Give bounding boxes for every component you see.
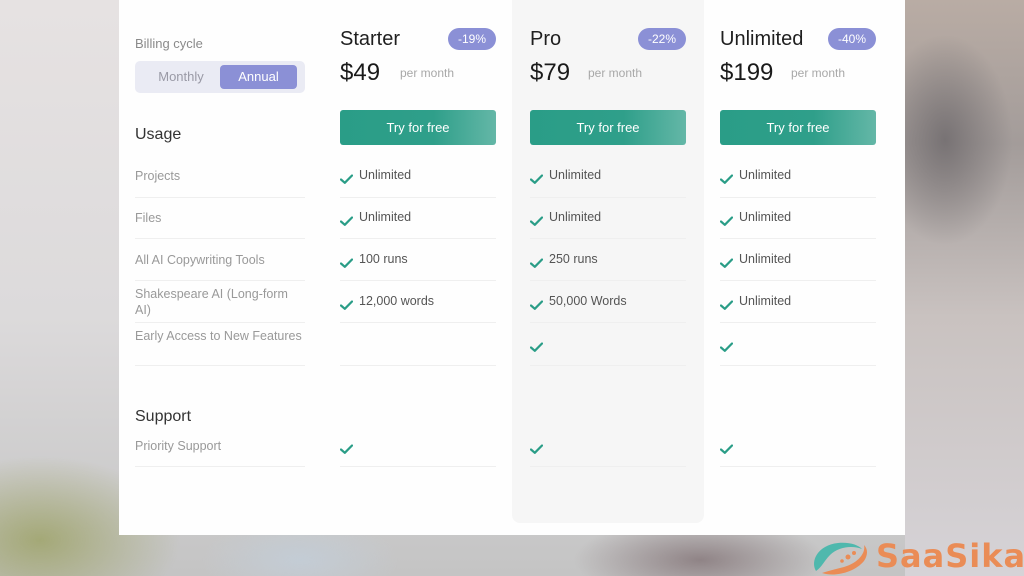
watermark-text: SaaSika	[876, 537, 1024, 575]
check-icon	[529, 339, 544, 352]
feature-value: Unlimited	[549, 168, 602, 182]
plan-price: $49	[340, 59, 381, 86]
saasika-watermark: SaaSika	[808, 535, 1024, 576]
feature-value: 100 runs	[359, 252, 408, 266]
feature-cell	[529, 438, 686, 467]
feature-label-files: Files	[135, 210, 305, 239]
feature-value: 250 runs	[549, 252, 598, 266]
feature-label-projects: Projects	[135, 168, 305, 198]
feature-label-priority-support: Priority Support	[135, 438, 305, 467]
check-icon	[719, 297, 734, 310]
try-for-free-button[interactable]: Try for free	[530, 110, 686, 145]
feature-value: Unlimited	[739, 168, 792, 182]
price-period: per month	[791, 66, 846, 80]
check-icon	[339, 297, 354, 310]
try-for-free-button[interactable]: Try for free	[720, 110, 876, 145]
check-icon	[339, 213, 354, 226]
check-icon	[339, 441, 354, 454]
section-title-usage: Usage	[135, 126, 182, 143]
discount-badge: -22%	[637, 28, 686, 50]
feature-cell: Unlimited	[339, 210, 496, 239]
feature-label-early-access: Early Access to New Features	[135, 328, 305, 366]
feature-cell: Unlimited	[339, 168, 496, 198]
discount-badge: -40%	[827, 28, 876, 50]
feature-value: 50,000 Words	[549, 294, 627, 308]
feature-value: Unlimited	[549, 210, 602, 224]
check-icon	[719, 441, 734, 454]
feature-cell: 50,000 Words	[529, 294, 686, 323]
pricing-table: Billing cycle Monthly Annual Usage Proje…	[119, 0, 905, 535]
price-period: per month	[588, 66, 643, 80]
feature-cell: Unlimited	[719, 210, 876, 239]
feature-cell: Unlimited	[529, 168, 686, 198]
plan-name: Pro	[530, 28, 562, 50]
feature-cell: Unlimited	[529, 210, 686, 239]
discount-badge: -19%	[447, 28, 496, 50]
check-icon	[529, 213, 544, 226]
plan-price: $199	[720, 59, 774, 86]
plan-price: $79	[530, 59, 571, 86]
check-icon	[529, 297, 544, 310]
feature-cell	[719, 336, 876, 366]
check-icon	[339, 255, 354, 268]
billing-cycle-label: Billing cycle	[135, 36, 203, 51]
feature-cell: Unlimited	[719, 252, 876, 281]
check-icon	[719, 171, 734, 184]
try-for-free-button[interactable]: Try for free	[340, 110, 496, 145]
feature-cell	[339, 438, 496, 467]
feature-cell: Unlimited	[719, 168, 876, 198]
check-icon	[529, 441, 544, 454]
blurred-background-right	[905, 0, 1024, 576]
saasika-logo-icon	[814, 542, 867, 575]
feature-value: Unlimited	[739, 294, 792, 308]
feature-cell	[529, 336, 686, 366]
feature-cell	[340, 336, 496, 366]
check-icon	[719, 339, 734, 352]
check-icon	[339, 171, 354, 184]
feature-label-shakespeare-ai: Shakespeare AI (Long-form AI)	[135, 286, 305, 323]
feature-cell	[719, 438, 876, 467]
feature-value: Unlimited	[739, 252, 792, 266]
check-icon	[529, 255, 544, 268]
feature-cell: 250 runs	[529, 252, 686, 281]
check-icon	[719, 255, 734, 268]
feature-value: Unlimited	[359, 168, 412, 182]
feature-cell: 100 runs	[339, 252, 496, 281]
feature-cell: Unlimited	[719, 294, 876, 323]
price-period: per month	[400, 66, 455, 80]
section-title-support: Support	[135, 408, 192, 425]
check-icon	[529, 171, 544, 184]
billing-option-annual[interactable]: Annual	[220, 65, 297, 89]
feature-cell: 12,000 words	[339, 294, 496, 323]
feature-label-copywriting-tools: All AI Copywriting Tools	[135, 252, 305, 281]
billing-option-monthly[interactable]: Monthly	[141, 65, 221, 89]
billing-cycle-toggle: Monthly Annual	[135, 61, 305, 93]
feature-value: Unlimited	[359, 210, 412, 224]
feature-value: 12,000 words	[359, 294, 435, 308]
check-icon	[719, 213, 734, 226]
plan-name: Unlimited	[720, 28, 804, 50]
plan-name: Starter	[340, 28, 401, 50]
feature-value: Unlimited	[739, 210, 792, 224]
